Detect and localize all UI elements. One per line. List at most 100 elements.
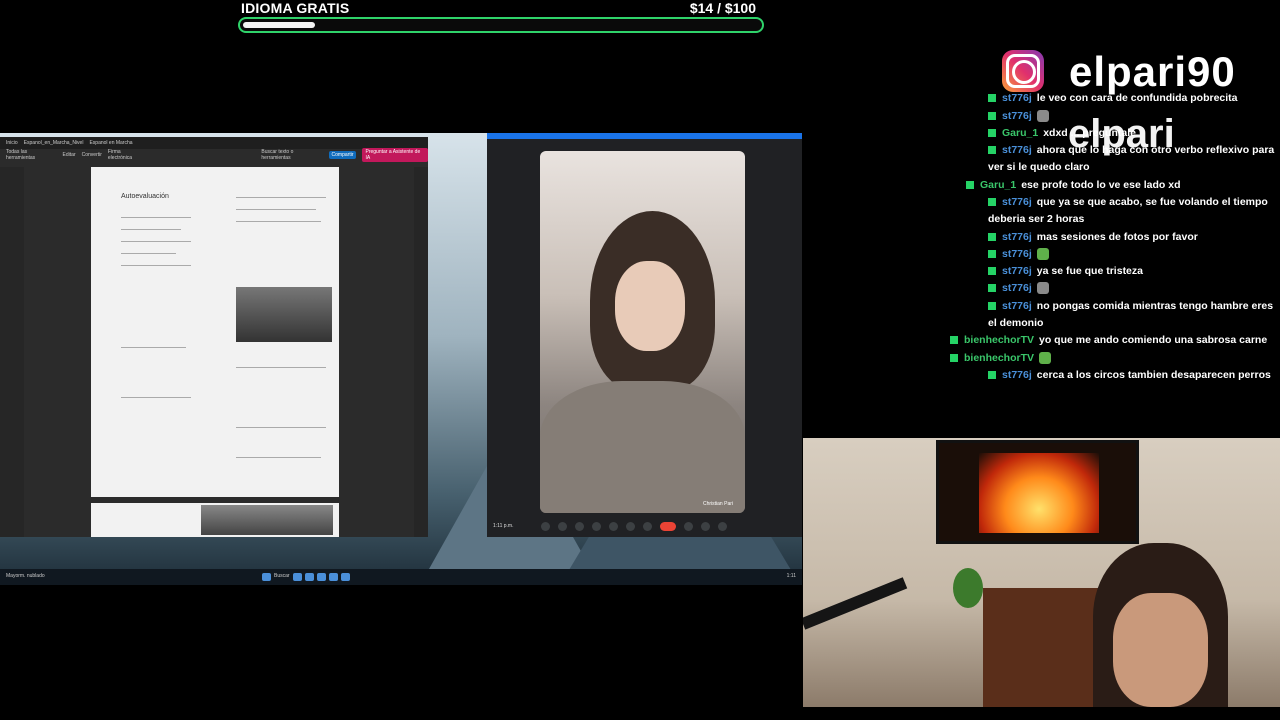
pdf-page-heading: Autoevaluación [121,193,169,200]
pdf-right-rail[interactable] [414,167,428,537]
call-time: 1:11 p.m. [493,523,514,529]
badge-icon [988,146,996,155]
start-icon[interactable] [262,573,271,581]
chat-text: xdxd ... preguntale [1043,127,1136,139]
chat-username: bienhechorTV [964,334,1035,346]
end-call-button[interactable] [660,521,677,531]
badge-icon [988,302,996,311]
weather-widget[interactable]: Mayorm. nublado [6,573,45,579]
chat-text: ya se fue que tristeza [1036,265,1143,277]
chat-text: le veo con cara de confundida pobrecita [1036,92,1238,104]
present-icon[interactable] [609,521,619,531]
goal-title: IDIOMA GRATIS [241,0,350,16]
pdf-photo [201,505,333,535]
mic-arm [803,577,908,630]
badge-icon [988,233,996,242]
app-icon[interactable] [340,573,350,581]
chat-message: st776j que ya se que acabo, se fue voland… [988,194,1278,228]
ai-assistant-button[interactable]: Preguntar a Asistente de IA [362,148,428,162]
text-line [121,229,181,230]
text-line [236,427,326,428]
text-line [236,457,321,458]
chat-username: st776j [1002,196,1032,208]
info-icon[interactable] [684,521,694,531]
more-options-icon[interactable] [643,521,653,531]
chat-message: bienhechorTV yo que me ando comiendo una … [950,332,1267,349]
donation-goal: IDIOMA GRATIS $14 / $100 [238,0,768,40]
app-icon[interactable] [316,573,326,581]
pdf-tab[interactable]: Espanol_en_Marcha_Nivel [24,140,84,146]
app-icon[interactable] [292,573,302,581]
pdf-search-input[interactable]: Buscar texto o herramientas [261,149,322,161]
chat-message: st776j [988,280,1049,297]
captions-icon[interactable] [575,521,585,531]
badge-icon [988,250,996,259]
pdf-menu-item[interactable]: Convertir [82,152,102,158]
fire-image [979,453,1099,533]
system-clock: 1:11 [786,573,796,579]
windows-taskbar: Mayorm. nublado Buscar 1:11 [0,569,802,585]
instagram-overlay: elpari90 [1002,48,1280,95]
participant-name: Christian Pari [702,501,733,507]
chat-icon[interactable] [718,521,728,531]
pdf-menu-item[interactable]: Todas las herramientas [6,149,57,161]
video-call-window[interactable]: Christian Pari 1:11 p.m. [487,133,802,537]
pdf-tab[interactable]: Espanol en Marcha [89,140,132,146]
share-button[interactable]: Compartir [328,151,357,159]
text-line [121,347,186,348]
text-line [236,367,326,368]
badge-icon [988,94,996,103]
text-line [236,221,321,222]
screen-share: Inicio Espanol_en_Marcha_Nivel Espanol e… [0,133,802,585]
text-line [121,217,191,218]
chat-username: st776j [1002,300,1032,312]
pdf-page: Autoevaluación [91,167,339,497]
pdf-tab[interactable]: Inicio [6,140,18,146]
mic-icon[interactable] [541,521,551,531]
chat-username: st776j [1002,110,1032,122]
chat-message: st776j ahora que lo haga con otro verbo r… [988,142,1278,176]
chat-username: st776j [1002,248,1032,260]
taskbar-search[interactable]: Buscar [274,573,290,581]
badge-icon [988,267,996,276]
badge-icon [988,129,996,138]
app-icon[interactable] [328,573,338,581]
badge-icon [950,336,958,345]
chat-message: st776j mas sesiones de fotos por favor [988,229,1198,246]
pdf-viewer-window[interactable]: Inicio Espanol_en_Marcha_Nivel Espanol e… [0,137,428,537]
instagram-handle: elpari90 [1069,48,1236,95]
text-line [121,253,176,254]
chat-message: st776j [988,246,1049,263]
chat-username: st776j [1002,265,1032,277]
people-icon[interactable] [701,521,711,531]
cat-emote-icon [1036,282,1049,295]
call-controls: 1:11 p.m. [487,515,802,537]
pdf-photo [236,287,332,342]
chat-username: st776j [1002,92,1032,104]
participant-face [615,261,685,351]
text-line [121,241,191,242]
chat-text: mas sesiones de fotos por favor [1036,231,1198,243]
chat-message: st776j le veo con cara de confundida pobr… [988,90,1238,107]
pdf-menu-item[interactable]: Firma electrónica [108,149,146,161]
chat-message: Garu_1 ese profe todo lo ve ese lado xd [966,177,1180,194]
emoji-icon[interactable] [592,521,602,531]
pdf-tools-sidebar[interactable] [0,167,24,537]
chat-username: st776j [1002,369,1032,381]
chat-username: st776j [1002,282,1032,294]
pdf-menu-item[interactable]: Editar [63,152,76,158]
app-icon[interactable] [304,573,314,581]
taskbar-apps: Buscar [262,573,350,581]
frog-emote-icon [1039,352,1052,365]
chat-message: st776j [988,108,1049,125]
instagram-icon [1002,50,1044,92]
tv-fireplace [936,440,1139,544]
badge-icon [988,371,996,380]
video-feed: Christian Pari [540,151,745,513]
raise-hand-icon[interactable] [626,521,636,531]
goal-progress-bar [238,17,764,33]
pdf-page-next [91,503,339,537]
camera-icon[interactable] [558,521,568,531]
chat-text: cerca a los circos tambien desaparecen p… [1036,369,1271,381]
text-line [121,397,191,398]
